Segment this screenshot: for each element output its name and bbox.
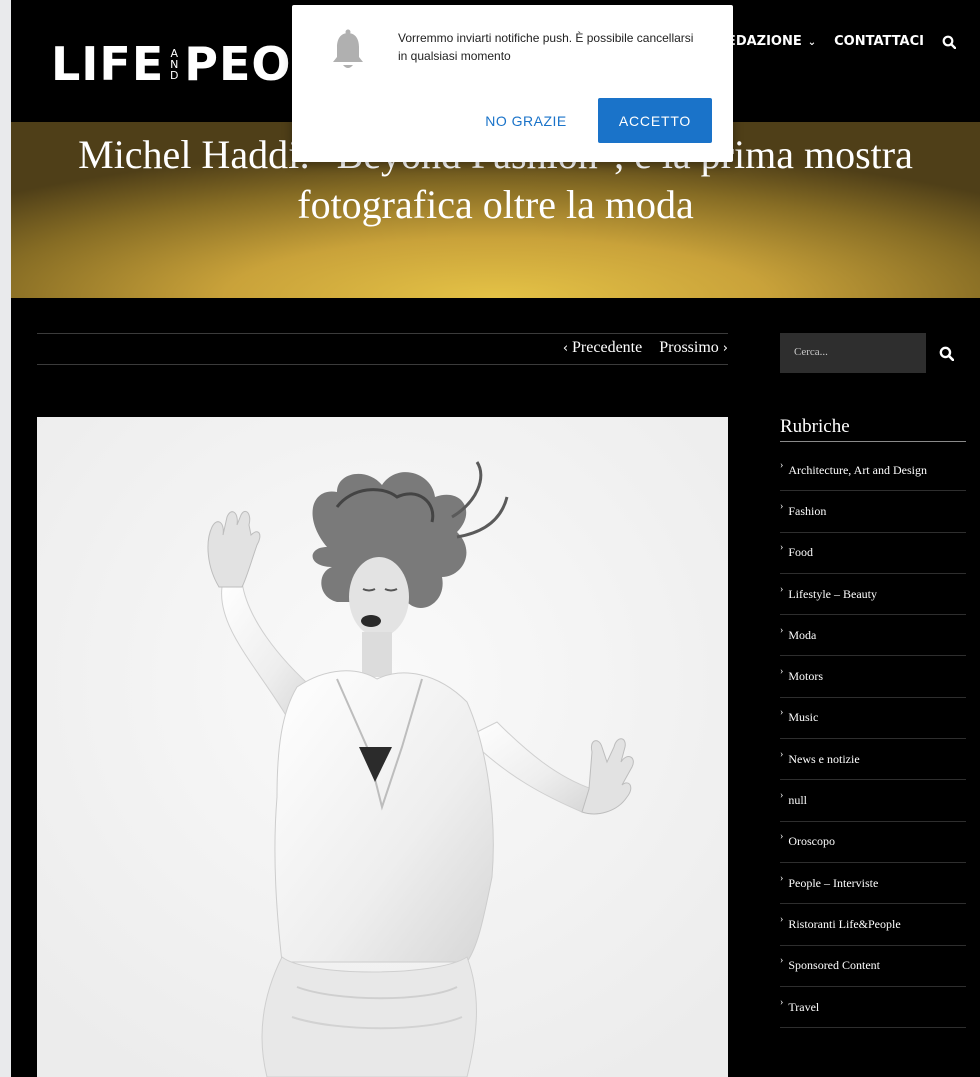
- featured-image: [37, 417, 728, 1077]
- category-list: › Architecture, Art and Design › Fashion ›…: [780, 450, 966, 1029]
- nav-item-contattaci[interactable]: CONTATTACI: [834, 34, 924, 49]
- chevron-right-icon: ›: [780, 913, 784, 925]
- chevron-right-icon: ›: [780, 500, 784, 512]
- chevron-right-icon: ›: [780, 872, 784, 884]
- decline-button[interactable]: NO GRAZIE: [469, 98, 583, 143]
- chevron-right-icon: ›: [780, 996, 784, 1008]
- post-navigation: ‹ Precedente Prossimo ›: [563, 339, 728, 357]
- category-link[interactable]: › Lifestyle – Beauty: [780, 574, 966, 616]
- category-link[interactable]: › Travel: [780, 987, 966, 1029]
- logo-and: A N D: [170, 46, 179, 82]
- divider: [37, 364, 728, 365]
- category-link[interactable]: › Fashion: [780, 491, 966, 533]
- sidebar-search-input[interactable]: Cerca...: [780, 333, 926, 373]
- category-link[interactable]: › Oroscopo: [780, 822, 966, 863]
- logo-text-people: PEO: [184, 37, 292, 91]
- chevron-right-icon: ›: [780, 955, 784, 967]
- page: LIFE A N D PEO REDAZIONE ⌄ CONTATTACI Mic…: [11, 0, 980, 1077]
- chevron-right-icon: ›: [780, 707, 784, 719]
- site-logo[interactable]: LIFE A N D PEO: [51, 34, 292, 94]
- category-link[interactable]: › News e notizie: [780, 739, 966, 781]
- chevron-right-icon: ›: [780, 583, 784, 595]
- category-link[interactable]: › Ristoranti Life&People: [780, 904, 966, 946]
- logo-text-life: LIFE: [51, 37, 165, 91]
- category-link[interactable]: › Music: [780, 698, 966, 740]
- search-icon: [939, 346, 954, 361]
- next-post-link[interactable]: Prossimo ›: [659, 339, 728, 357]
- chevron-right-icon: ›: [722, 341, 728, 356]
- chevron-right-icon: ›: [780, 542, 784, 554]
- chevron-left-icon: ‹: [562, 341, 569, 356]
- previous-post-link[interactable]: ‹ Precedente: [563, 339, 642, 357]
- accept-button[interactable]: ACCETTO: [598, 98, 712, 143]
- divider: [780, 441, 966, 442]
- sidebar-search-button[interactable]: [926, 333, 966, 373]
- divider: [37, 333, 728, 334]
- category-link[interactable]: › Sponsored Content: [780, 946, 966, 987]
- main-nav: REDAZIONE ⌄ CONTATTACI: [717, 34, 956, 49]
- category-link[interactable]: › Moda: [780, 615, 966, 657]
- category-link[interactable]: › null: [780, 780, 966, 822]
- chevron-right-icon: ›: [780, 790, 784, 802]
- chevron-right-icon: ›: [780, 831, 784, 843]
- search-icon[interactable]: [942, 35, 956, 49]
- chevron-down-icon: ⌄: [807, 37, 817, 48]
- notification-message: Vorremmo inviarti notifiche push. È poss…: [398, 31, 694, 63]
- push-notification-dialog: Vorremmo inviarti notifiche push. È poss…: [292, 5, 733, 162]
- chevron-right-icon: ›: [780, 748, 784, 760]
- bell-icon: [333, 29, 363, 68]
- category-link[interactable]: › Motors: [780, 656, 966, 698]
- category-link[interactable]: › People – Interviste: [780, 863, 966, 905]
- chevron-right-icon: ›: [780, 624, 784, 636]
- chevron-right-icon: ›: [780, 666, 784, 678]
- fashion-photo-illustration: [37, 417, 728, 1077]
- chevron-right-icon: ›: [780, 459, 784, 471]
- category-link[interactable]: › Architecture, Art and Design: [780, 450, 966, 492]
- category-link[interactable]: › Food: [780, 533, 966, 574]
- rubriche-heading: Rubriche: [780, 416, 850, 437]
